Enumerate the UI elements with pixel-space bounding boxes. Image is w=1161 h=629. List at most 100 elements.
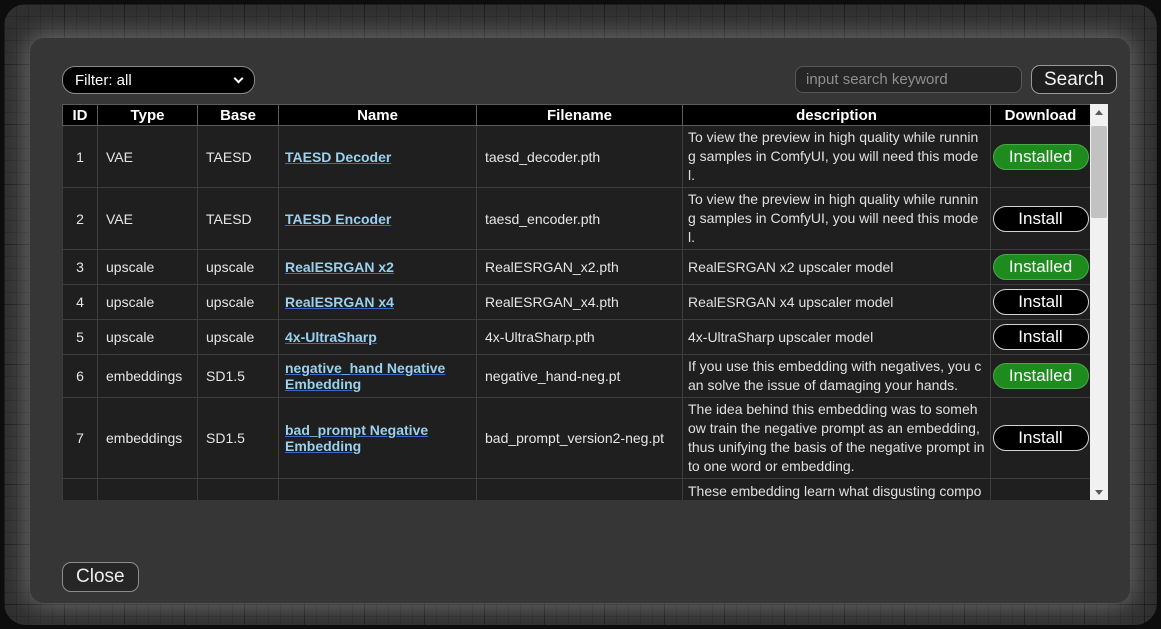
cell-description: RealESRGAN x2 upscaler model [683, 250, 991, 285]
cell-base [198, 479, 279, 501]
install-button[interactable]: Install [993, 289, 1089, 315]
cell-type: upscale [98, 250, 198, 285]
cell-name: TAESD Encoder [279, 188, 477, 250]
table-row: 2 VAE TAESD TAESD Encoder taesd_encoder.… [63, 188, 1091, 250]
table-row: These embedding learn what disgusting co… [63, 479, 1091, 501]
cell-type: VAE [98, 126, 198, 188]
search-input[interactable] [795, 66, 1022, 93]
cell-id: 2 [63, 188, 98, 250]
scroll-up-button[interactable] [1090, 104, 1108, 120]
cell-description: To view the preview in high quality whil… [683, 188, 991, 250]
cell-type: embeddings [98, 398, 198, 479]
model-name-link[interactable]: TAESD Encoder [285, 211, 391, 227]
cell-name [279, 479, 477, 501]
install-button[interactable]: Installed [993, 144, 1089, 170]
table-row: 1 VAE TAESD TAESD Decoder taesd_decoder.… [63, 126, 1091, 188]
cell-id [63, 479, 98, 501]
cell-filename: negative_hand-neg.pt [477, 355, 683, 398]
model-name-link[interactable]: RealESRGAN x2 [285, 259, 394, 275]
cell-base: TAESD [198, 126, 279, 188]
cell-id: 7 [63, 398, 98, 479]
cell-download: Install [991, 320, 1091, 355]
cell-filename [477, 479, 683, 501]
table-row: 5 upscale upscale 4x-UltraSharp 4x-Ultra… [63, 320, 1091, 355]
cell-download: Install [991, 398, 1091, 479]
cell-description: RealESRGAN x4 upscaler model [683, 285, 991, 320]
install-button[interactable]: Installed [993, 363, 1089, 389]
cell-type [98, 479, 198, 501]
cell-base: SD1.5 [198, 355, 279, 398]
cell-filename: taesd_encoder.pth [477, 188, 683, 250]
table-row: 7 embeddings SD1.5 bad_prompt Negative E… [63, 398, 1091, 479]
cell-filename: bad_prompt_version2-neg.pt [477, 398, 683, 479]
model-manager-dialog: Filter: all Search ID Type Base Name F [30, 38, 1130, 603]
header-base: Base [198, 105, 279, 126]
cell-base: TAESD [198, 188, 279, 250]
table-row: 3 upscale upscale RealESRGAN x2 RealESRG… [63, 250, 1091, 285]
header-description: description [683, 105, 991, 126]
search-button[interactable]: Search [1031, 65, 1117, 94]
model-name-link[interactable]: TAESD Decoder [285, 149, 391, 165]
cell-filename: 4x-UltraSharp.pth [477, 320, 683, 355]
table-scrollbar[interactable] [1090, 104, 1108, 500]
install-button[interactable]: Installed [993, 254, 1089, 280]
cell-id: 1 [63, 126, 98, 188]
scroll-up-icon [1095, 110, 1103, 115]
cell-download: Installed [991, 250, 1091, 285]
cell-download: Installed [991, 355, 1091, 398]
scrollbar-thumb[interactable] [1091, 126, 1107, 218]
table-body: 1 VAE TAESD TAESD Decoder taesd_decoder.… [63, 126, 1091, 501]
cell-base: upscale [198, 250, 279, 285]
install-button[interactable]: Install [993, 324, 1089, 350]
node-graph-canvas: Filter: all Search ID Type Base Name F [4, 4, 1157, 625]
cell-id: 6 [63, 355, 98, 398]
cell-download: Install [991, 188, 1091, 250]
cell-description: To view the preview in high quality whil… [683, 126, 991, 188]
cell-base: upscale [198, 320, 279, 355]
model-name-link[interactable]: 4x-UltraSharp [285, 329, 377, 345]
install-button[interactable]: Install [993, 206, 1089, 232]
header-id: ID [63, 105, 98, 126]
model-table-wrap: ID Type Base Name Filename description D… [62, 104, 1090, 500]
header-type: Type [98, 105, 198, 126]
cell-name: RealESRGAN x2 [279, 250, 477, 285]
model-name-link[interactable]: negative_hand Negative Embedding [285, 360, 445, 392]
cell-description: 4x-UltraSharp upscaler model [683, 320, 991, 355]
table-header-row: ID Type Base Name Filename description D… [63, 105, 1091, 126]
cell-id: 3 [63, 250, 98, 285]
cell-id: 4 [63, 285, 98, 320]
cell-filename: RealESRGAN_x4.pth [477, 285, 683, 320]
cell-type: VAE [98, 188, 198, 250]
install-button[interactable]: Install [993, 425, 1089, 451]
scroll-down-button[interactable] [1090, 484, 1108, 500]
cell-name: 4x-UltraSharp [279, 320, 477, 355]
cell-download: Installed [991, 126, 1091, 188]
model-name-link[interactable]: bad_prompt Negative Embedding [285, 422, 428, 454]
cell-description: These embedding learn what disgusting co… [683, 479, 991, 501]
scroll-down-icon [1095, 490, 1103, 495]
cell-filename: taesd_decoder.pth [477, 126, 683, 188]
cell-type: upscale [98, 320, 198, 355]
header-name: Name [279, 105, 477, 126]
cell-type: upscale [98, 285, 198, 320]
cell-type: embeddings [98, 355, 198, 398]
filter-select-wrap: Filter: all [62, 66, 255, 94]
table-row: 4 upscale upscale RealESRGAN x4 RealESRG… [63, 285, 1091, 320]
cell-download [991, 479, 1091, 501]
cell-name: bad_prompt Negative Embedding [279, 398, 477, 479]
cell-name: RealESRGAN x4 [279, 285, 477, 320]
filter-select[interactable]: Filter: all [62, 66, 255, 94]
cell-description: The idea behind this embedding was to so… [683, 398, 991, 479]
cell-name: negative_hand Negative Embedding [279, 355, 477, 398]
close-button[interactable]: Close [62, 562, 139, 592]
cell-name: TAESD Decoder [279, 126, 477, 188]
cell-description: If you use this embedding with negatives… [683, 355, 991, 398]
header-download: Download [991, 105, 1091, 126]
header-filename: Filename [477, 105, 683, 126]
cell-download: Install [991, 285, 1091, 320]
model-table: ID Type Base Name Filename description D… [62, 104, 1090, 500]
model-name-link[interactable]: RealESRGAN x4 [285, 294, 394, 310]
cell-base: upscale [198, 285, 279, 320]
cell-filename: RealESRGAN_x2.pth [477, 250, 683, 285]
cell-base: SD1.5 [198, 398, 279, 479]
